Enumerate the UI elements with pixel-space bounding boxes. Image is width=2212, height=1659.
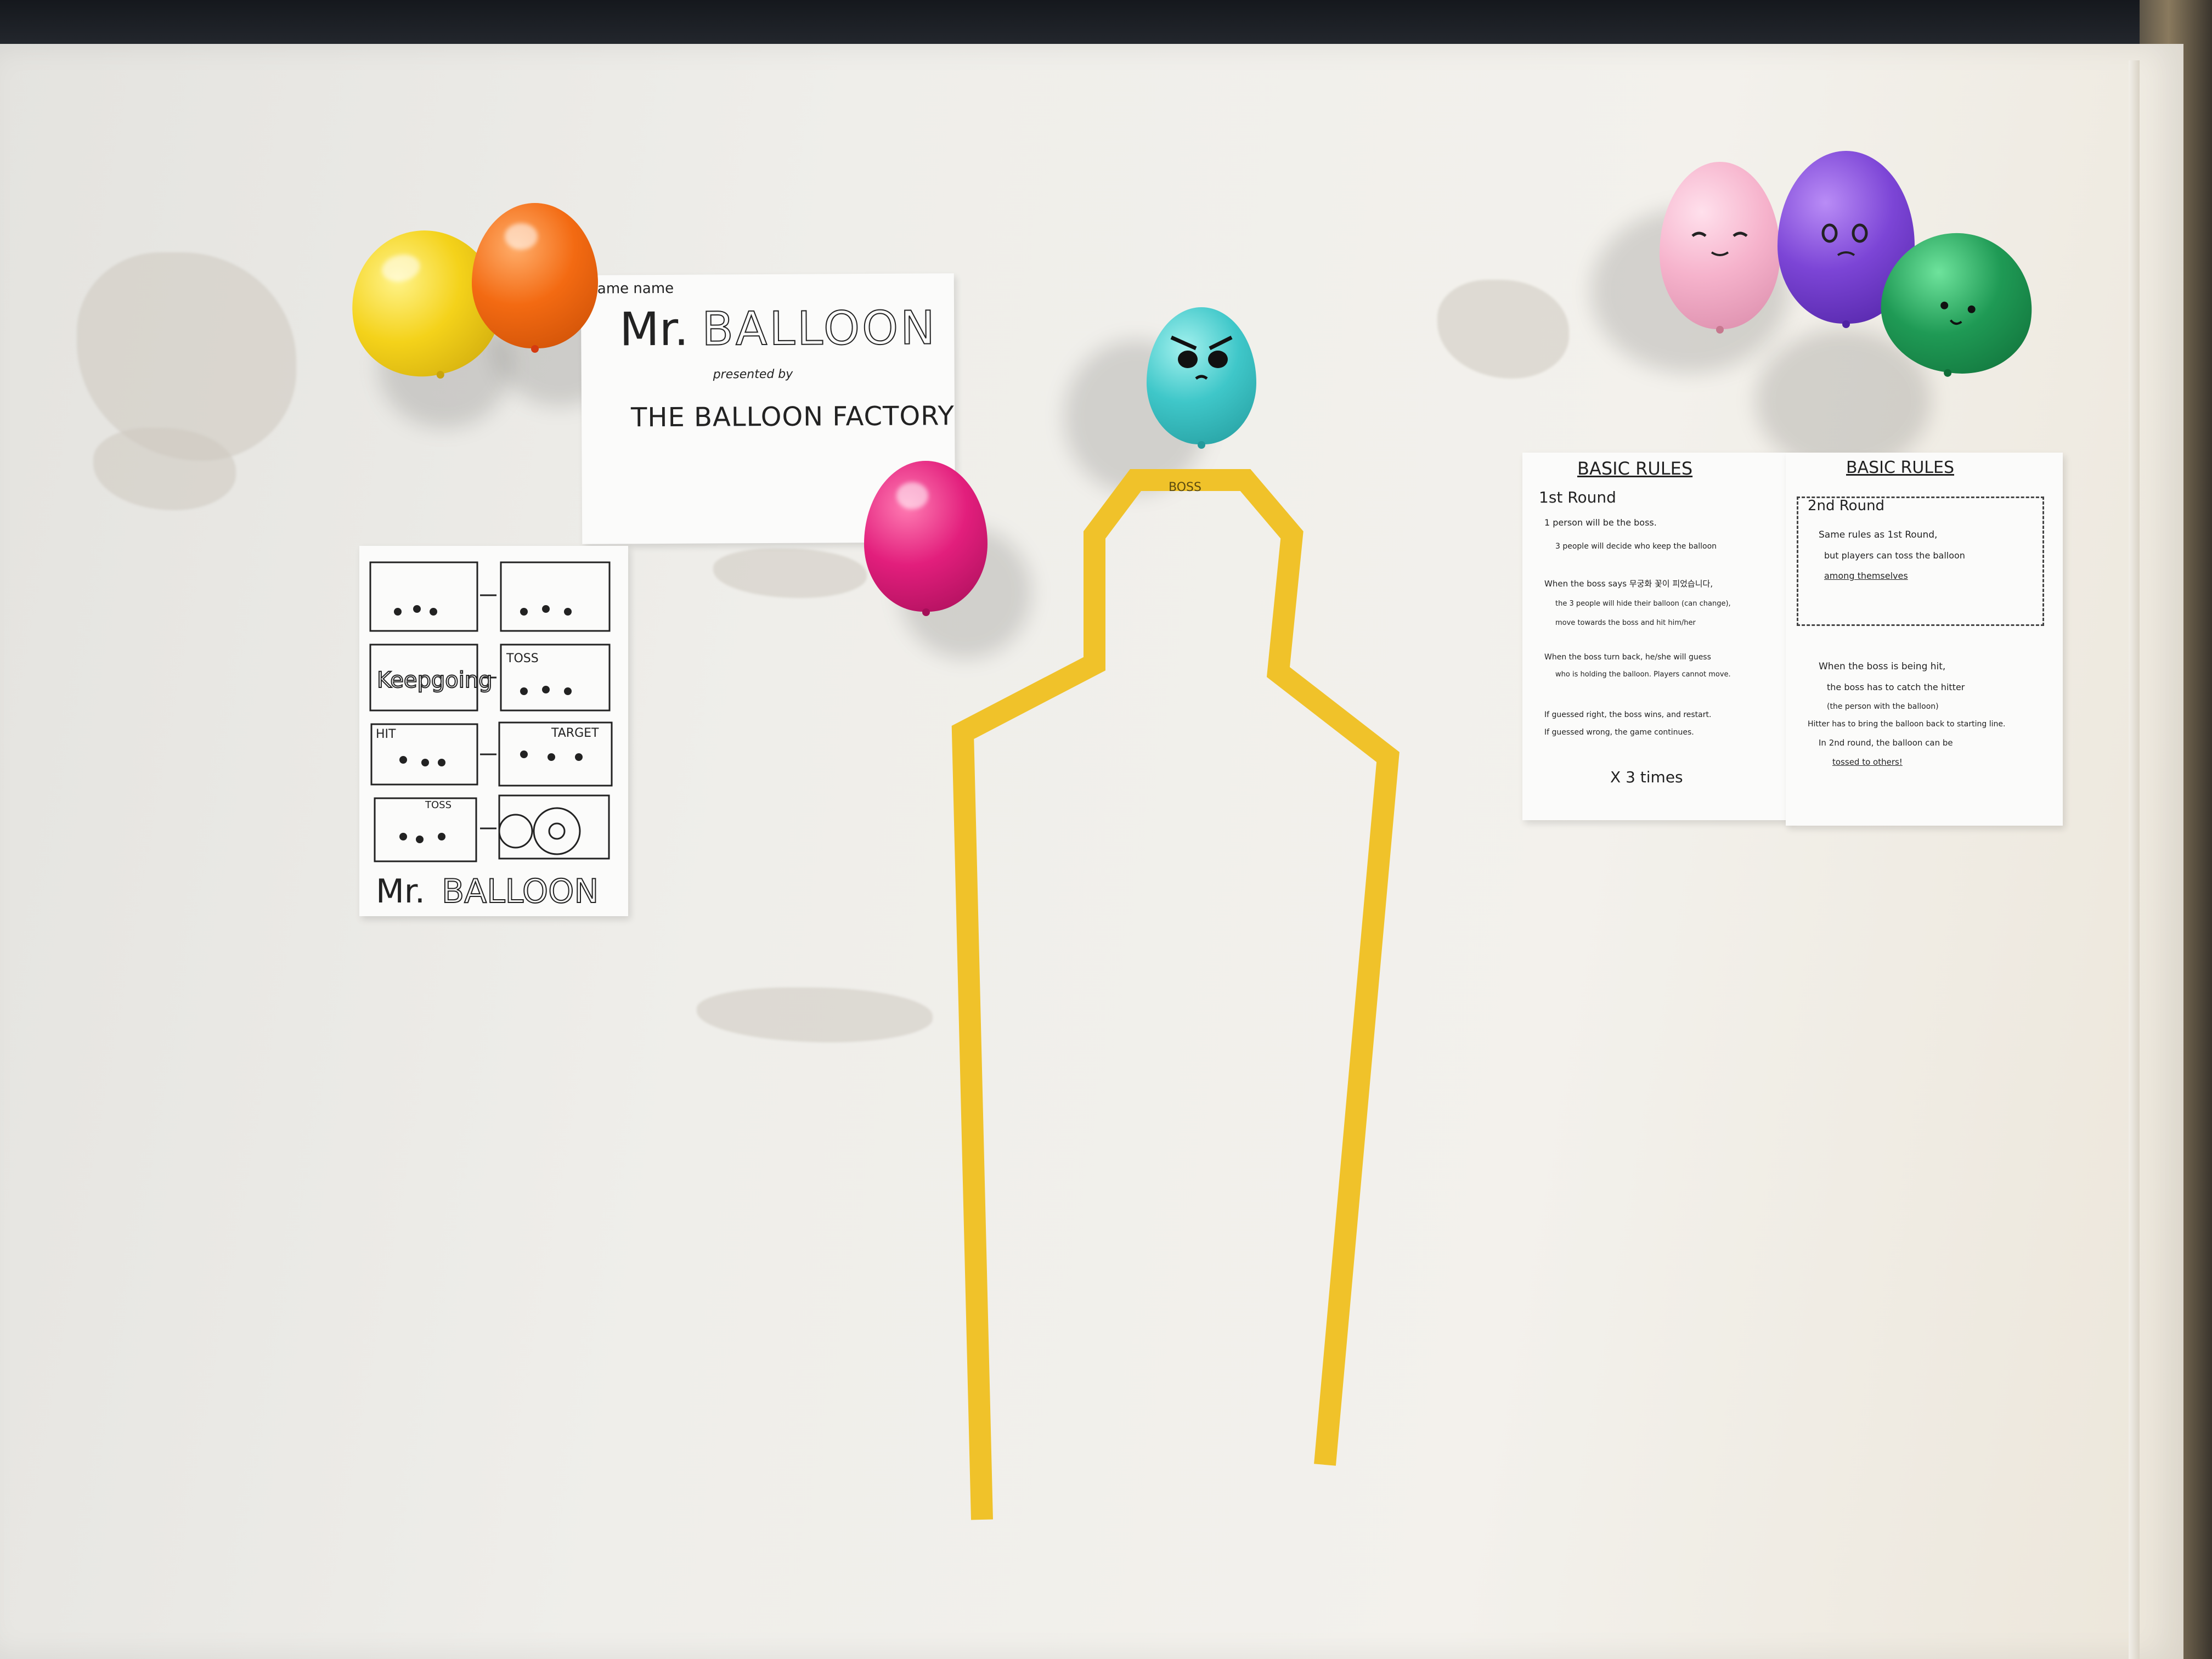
rule-2-4: In 2nd round, the balloon can be [1819,738,1953,748]
happy-face-icon [1940,301,1976,325]
rules-heading-right: BASIC RULES [1846,458,1954,477]
angry-face-icon [1170,335,1233,380]
pink-balloon [1660,162,1780,334]
rule-4: If guessed right, the boss wins, and res… [1544,710,1712,719]
rule-2-1: Same rules as 1st Round, [1819,529,1938,540]
rule-3b: who is holding the balloon. Players cann… [1555,670,1731,679]
rule-2-2b: the boss has to catch the hitter [1827,682,1965,692]
rules-sheet-right: BASIC RULES 2nd Round Same rules as 1st … [1786,453,2063,826]
rule-2-1c: among themselves [1824,571,1908,581]
photo-scene: ame name Mr. BALLOON presented by THE BA… [0,0,2212,1659]
rules-heading-left: BASIC RULES [1577,458,1693,479]
cyan-boss-balloon [1147,307,1256,449]
rule-2-4b: tossed to others! [1832,757,1903,767]
smiling-face-icon [1691,232,1748,256]
rule-2: When the boss says 무궁화 꽃이 피었습니다, [1544,579,1713,589]
rule-2c: move towards the boss and hit him/her [1555,619,1696,627]
rule-1b: 3 people will decide who keep the balloo… [1555,542,1717,551]
repeat-times: X 3 times [1610,768,1683,786]
tape-outline [951,469,1400,1520]
rule-2b: the 3 people will hide their balloon (ca… [1555,600,1731,608]
round-2-label: 2nd Round [1808,498,1885,514]
rule-3: When the boss turn back, he/she will gue… [1544,653,1711,662]
rule-2-3: Hitter has to bring the balloon back to … [1808,720,2006,729]
boss-label: BOSS [1169,481,1201,494]
rules-sheet-left: BASIC RULES 1st Round 1 person will be t… [1522,453,1791,820]
green-balloon [1872,223,2042,383]
rule-4b: If guessed wrong, the game continues. [1544,728,1694,737]
rule-2-1b: but players can toss the balloon [1824,550,1965,561]
rule-1: 1 person will be the boss. [1544,517,1657,528]
rule-2-2c: (the person with the balloon) [1827,702,1939,711]
round-2-box [1797,496,2044,626]
round-1-label: 1st Round [1539,488,1616,506]
rule-2-2: When the boss is being hit, [1819,661,1946,672]
